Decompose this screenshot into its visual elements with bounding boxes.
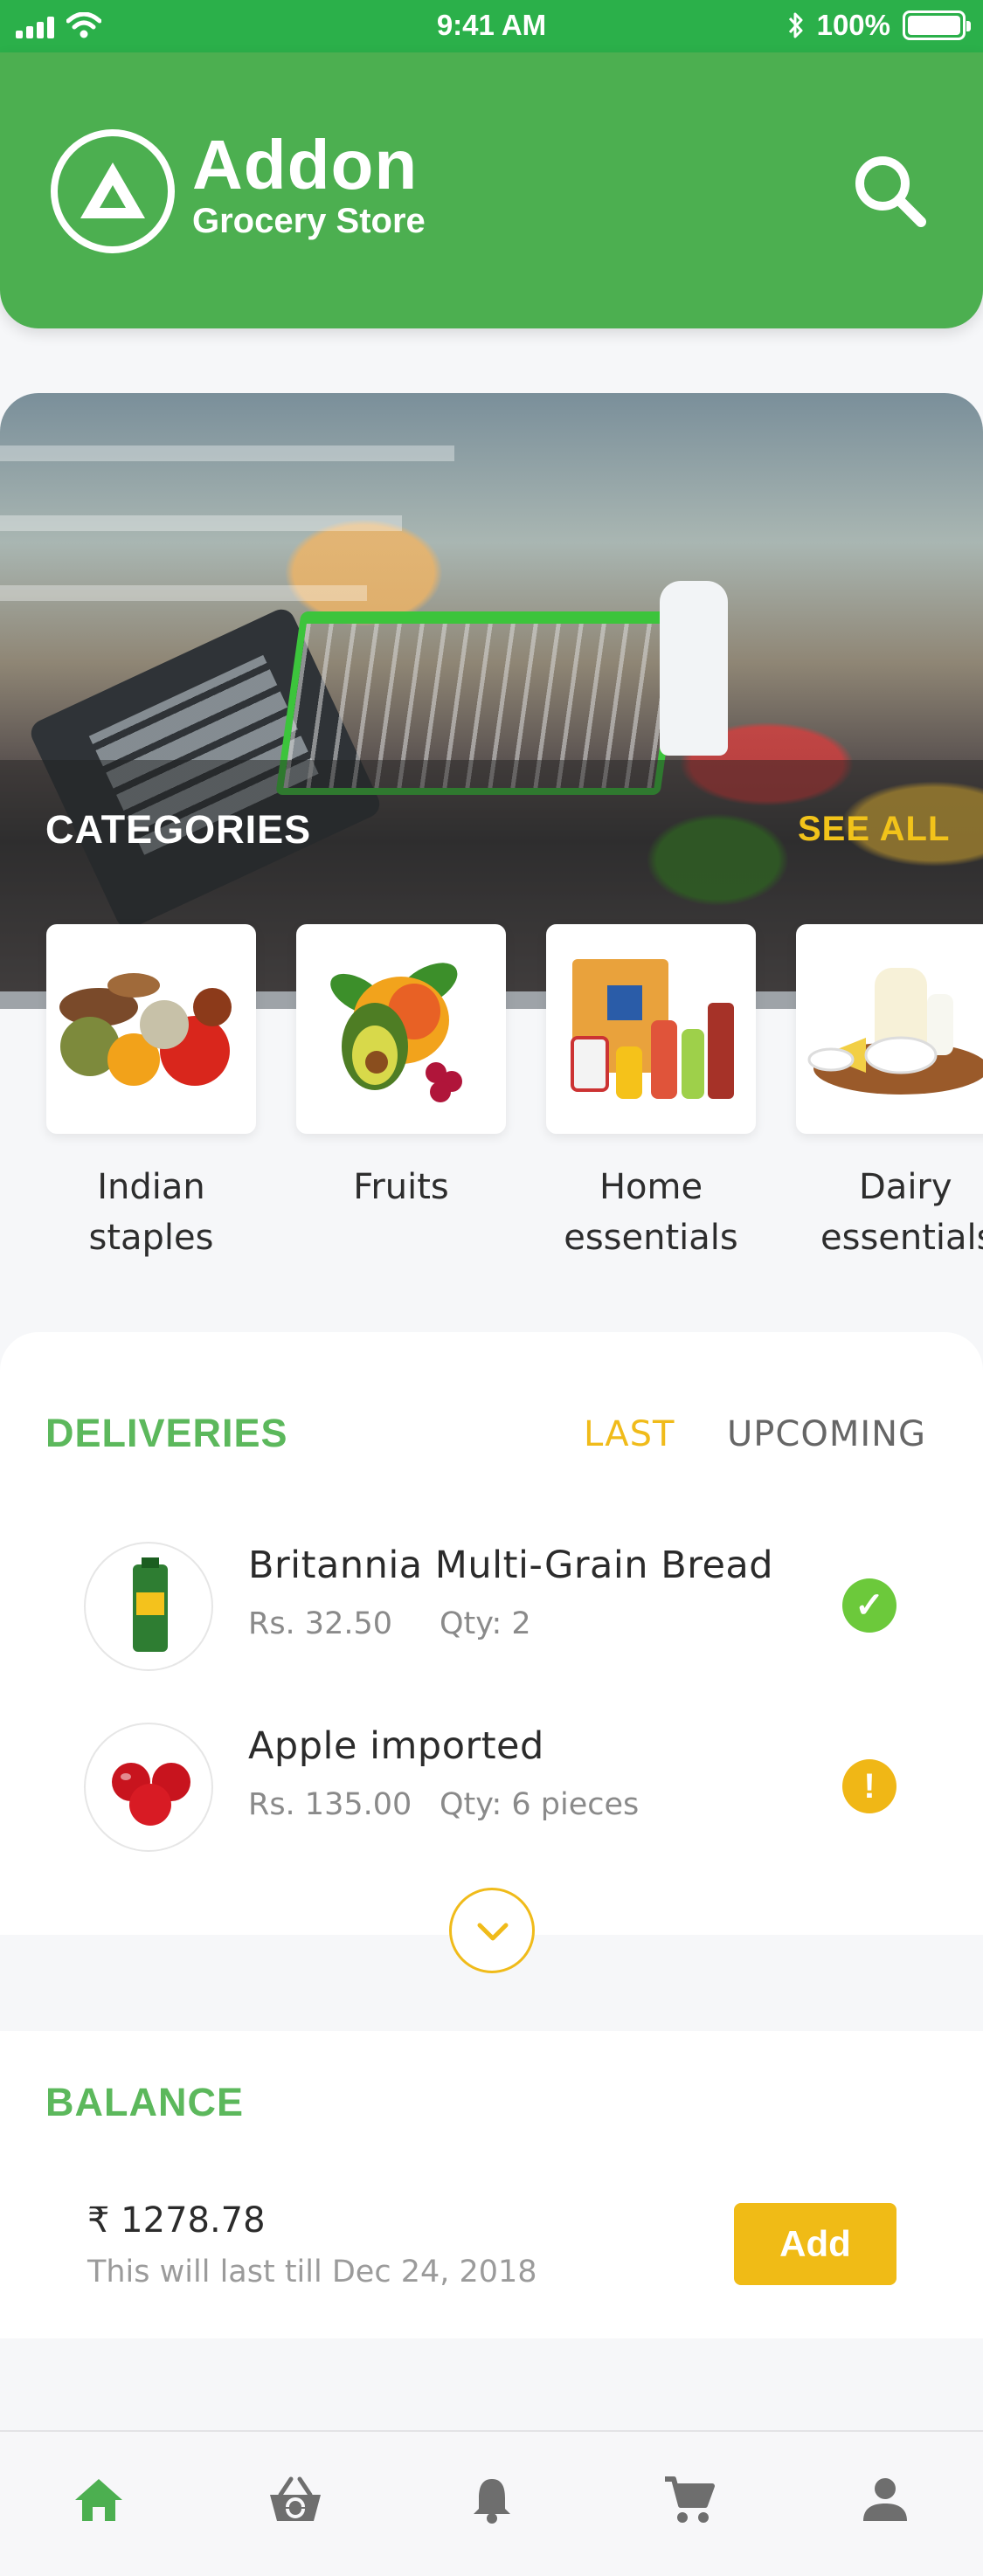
nav-notifications[interactable] xyxy=(393,2432,590,2576)
category-card-indian-staples[interactable] xyxy=(46,924,256,1134)
bell-icon xyxy=(474,2479,510,2524)
deliveries-panel: DELIVERIES LAST UPCOMING Britannia Multi… xyxy=(0,1332,983,1935)
app-header: Addon Grocery Store xyxy=(0,52,983,328)
battery-icon xyxy=(903,10,971,40)
delivery-item-name: Apple imported xyxy=(248,1724,544,1768)
balance-amount: ₹ 1278.78 xyxy=(87,2200,266,2241)
delivery-item[interactable]: Apple imported Rs. 135.00 Qty: 6 pieces … xyxy=(0,1716,983,1855)
nav-basket[interactable] xyxy=(197,2432,393,2576)
hero-banner-image xyxy=(0,393,983,991)
category-card-home-essentials[interactable] xyxy=(546,924,756,1134)
bread-thumbnail xyxy=(84,1542,213,1671)
bottom-nav xyxy=(0,2430,983,2576)
brand-subtitle: Grocery Store xyxy=(192,202,426,240)
warning-circle-icon: ! xyxy=(842,1759,896,1813)
category-label-home-essentials: Home essentials xyxy=(564,1167,738,1258)
category-card-dairy-essentials[interactable] xyxy=(796,924,983,1134)
tab-upcoming[interactable]: UPCOMING xyxy=(727,1414,926,1454)
add-balance-button[interactable]: Add xyxy=(734,2203,896,2285)
delivery-item-qty: Qty: 2 xyxy=(440,1606,531,1641)
tab-last[interactable]: LAST xyxy=(584,1414,675,1454)
check-circle-icon: ✓ xyxy=(842,1578,896,1633)
basket-icon xyxy=(270,2476,321,2521)
chevron-down-icon xyxy=(477,1923,509,1941)
fruits-image xyxy=(330,963,462,1102)
category-label-indian-staples: Indian staples xyxy=(88,1167,214,1258)
spices-image xyxy=(59,973,232,1086)
home-icon xyxy=(75,2479,122,2521)
balance-panel: BALANCE ₹ 1278.78 This will last till De… xyxy=(0,2031,983,2338)
delivery-item-qty: Qty: 6 pieces xyxy=(440,1787,640,1822)
bluetooth-icon xyxy=(788,12,803,38)
profile-icon xyxy=(863,2478,907,2521)
delivery-item-price: Rs. 135.00 xyxy=(248,1787,412,1822)
category-label-fruits: Fruits xyxy=(353,1167,449,1207)
brand-logo-icon xyxy=(51,129,175,253)
delivery-item-name: Britannia Multi-Grain Bread xyxy=(248,1544,774,1587)
battery-percent: 100% xyxy=(816,9,890,41)
deliveries-title: DELIVERIES xyxy=(45,1411,288,1455)
nav-home[interactable] xyxy=(0,2432,197,2576)
delivery-item[interactable]: Britannia Multi-Grain Bread Rs. 32.50 Qt… xyxy=(0,1535,983,1675)
categories-title: CATEGORIES xyxy=(45,807,312,852)
balance-note: This will last till Dec 24, 2018 xyxy=(87,2255,537,2289)
balance-title: BALANCE xyxy=(45,2080,244,2124)
category-card-fruits[interactable] xyxy=(296,924,506,1134)
search-icon xyxy=(855,156,926,227)
search-button[interactable] xyxy=(848,148,931,232)
status-bar: 9:41 AM 100% xyxy=(0,0,983,52)
category-label-dairy-essentials: Dairy essentials xyxy=(820,1167,983,1258)
apple-thumbnail xyxy=(84,1723,213,1852)
cart-icon xyxy=(665,2476,715,2523)
dairy-image xyxy=(807,968,983,1095)
brand-name: Addon xyxy=(192,126,419,204)
see-all-link[interactable]: SEE ALL xyxy=(798,810,950,849)
nav-profile[interactable] xyxy=(786,2432,983,2576)
delivery-item-price: Rs. 32.50 xyxy=(248,1606,393,1641)
home-essentials-image xyxy=(571,959,734,1099)
status-right: 100% xyxy=(787,9,971,42)
nav-cart[interactable] xyxy=(590,2432,786,2576)
expand-deliveries-button[interactable] xyxy=(449,1888,535,1973)
